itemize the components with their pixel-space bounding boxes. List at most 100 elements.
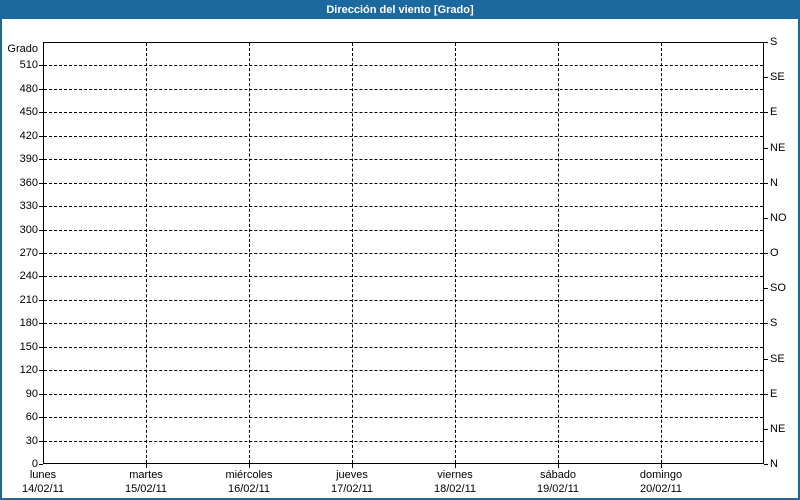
y-axis-tick — [39, 65, 43, 66]
right-axis-tick — [764, 77, 768, 78]
y-axis-tick-label: 120 — [4, 364, 38, 376]
y-axis-tick-label: 480 — [4, 83, 38, 95]
x-gridline — [661, 43, 662, 463]
y-gridline — [44, 394, 763, 395]
y-axis-tick — [39, 159, 43, 160]
y-axis-tick — [39, 112, 43, 113]
y-axis-tick — [39, 136, 43, 137]
y-gridline — [44, 347, 763, 348]
right-axis-tick — [764, 42, 768, 43]
chart-title-bar: Dirección del viento [Grado] — [2, 2, 798, 19]
y-gridline — [44, 253, 763, 254]
y-axis-tick — [39, 300, 43, 301]
y-axis-tick — [39, 253, 43, 254]
y-axis-tick-label: 300 — [4, 224, 38, 236]
y-axis-title: Grado — [2, 43, 38, 55]
y-axis-tick — [39, 89, 43, 90]
y-axis-tick — [39, 183, 43, 184]
x-axis-tick — [352, 464, 353, 468]
right-axis-tick — [764, 359, 768, 360]
right-axis-tick — [764, 148, 768, 149]
x-axis-day-label: viernes — [407, 469, 503, 482]
y-axis-tick — [39, 464, 43, 465]
x-gridline — [352, 43, 353, 463]
right-axis-tick — [764, 288, 768, 289]
y-axis-tick-label: 360 — [4, 177, 38, 189]
x-axis-date-label: 14/02/11 — [0, 483, 91, 496]
x-gridline — [558, 43, 559, 463]
x-axis-date-label: 15/02/11 — [98, 483, 194, 496]
y-gridline — [44, 183, 763, 184]
chart-title: Dirección del viento [Grado] — [326, 4, 473, 16]
x-axis-date-label: 20/02/11 — [613, 483, 709, 496]
y-axis-tick — [39, 347, 43, 348]
y-axis-tick-label: 420 — [4, 130, 38, 142]
y-gridline — [44, 441, 763, 442]
x-axis-tick — [558, 464, 559, 468]
x-axis-day-label: domingo — [613, 469, 709, 482]
right-axis-tick — [764, 394, 768, 395]
y-gridline — [44, 65, 763, 66]
y-axis-tick-label: 240 — [4, 270, 38, 282]
right-axis-compass-label: NO — [770, 212, 787, 224]
y-axis-tick-label: 150 — [4, 341, 38, 353]
x-axis-tick — [455, 464, 456, 468]
x-axis-day-label: jueves — [304, 469, 400, 482]
y-gridline — [44, 370, 763, 371]
y-axis-tick — [39, 230, 43, 231]
x-gridline — [146, 43, 147, 463]
chart-window: Dirección del viento [Grado] Grado 03060… — [0, 0, 800, 500]
right-axis-compass-label: O — [770, 247, 779, 259]
x-axis-day-label: miércoles — [201, 469, 297, 482]
x-axis-date-label: 17/02/11 — [304, 483, 400, 496]
y-gridline — [44, 417, 763, 418]
y-axis-tick — [39, 276, 43, 277]
x-axis-tick — [661, 464, 662, 468]
right-axis-tick — [764, 464, 768, 465]
y-gridline — [44, 230, 763, 231]
right-axis-compass-label: NE — [770, 423, 785, 435]
y-axis-tick-label: 270 — [4, 247, 38, 259]
y-axis-tick — [39, 417, 43, 418]
x-axis-date-label: 18/02/11 — [407, 483, 503, 496]
right-axis-compass-label: N — [770, 458, 778, 470]
y-axis-tick — [39, 323, 43, 324]
y-axis-tick-label: 210 — [4, 294, 38, 306]
x-gridline — [455, 43, 456, 463]
right-axis-compass-label: N — [770, 177, 778, 189]
y-axis-tick-label: 450 — [4, 106, 38, 118]
x-axis-tick — [249, 464, 250, 468]
y-axis-tick-label: 330 — [4, 200, 38, 212]
y-axis-tick-label: 510 — [4, 59, 38, 71]
x-axis-day-label: martes — [98, 469, 194, 482]
right-axis-compass-label: NE — [770, 142, 785, 154]
y-gridline — [44, 323, 763, 324]
right-axis-tick — [764, 253, 768, 254]
right-axis-tick — [764, 218, 768, 219]
y-gridline — [44, 112, 763, 113]
y-axis-tick — [39, 206, 43, 207]
x-gridline — [249, 43, 250, 463]
x-axis-day-label: lunes — [0, 469, 91, 482]
right-axis-compass-label: E — [770, 388, 777, 400]
x-axis-tick — [146, 464, 147, 468]
y-axis-tick — [39, 394, 43, 395]
right-axis-compass-label: E — [770, 106, 777, 118]
x-axis-date-label: 16/02/11 — [201, 483, 297, 496]
right-axis-compass-label: SE — [770, 71, 785, 83]
y-axis-tick-label: 60 — [4, 411, 38, 423]
right-axis-tick — [764, 429, 768, 430]
y-axis-tick-label: 390 — [4, 153, 38, 165]
x-axis-day-label: sábado — [510, 469, 606, 482]
y-axis-tick-label: 30 — [4, 435, 38, 447]
x-axis-date-label: 19/02/11 — [510, 483, 606, 496]
right-axis-compass-label: SE — [770, 353, 785, 365]
right-axis-compass-label: S — [770, 317, 777, 329]
y-axis-tick-label: 90 — [4, 388, 38, 400]
y-gridline — [44, 159, 763, 160]
y-axis-tick-label: 180 — [4, 317, 38, 329]
y-axis-tick — [39, 370, 43, 371]
y-axis-tick — [39, 441, 43, 442]
right-axis-compass-label: S — [770, 36, 777, 48]
right-axis-tick — [764, 323, 768, 324]
